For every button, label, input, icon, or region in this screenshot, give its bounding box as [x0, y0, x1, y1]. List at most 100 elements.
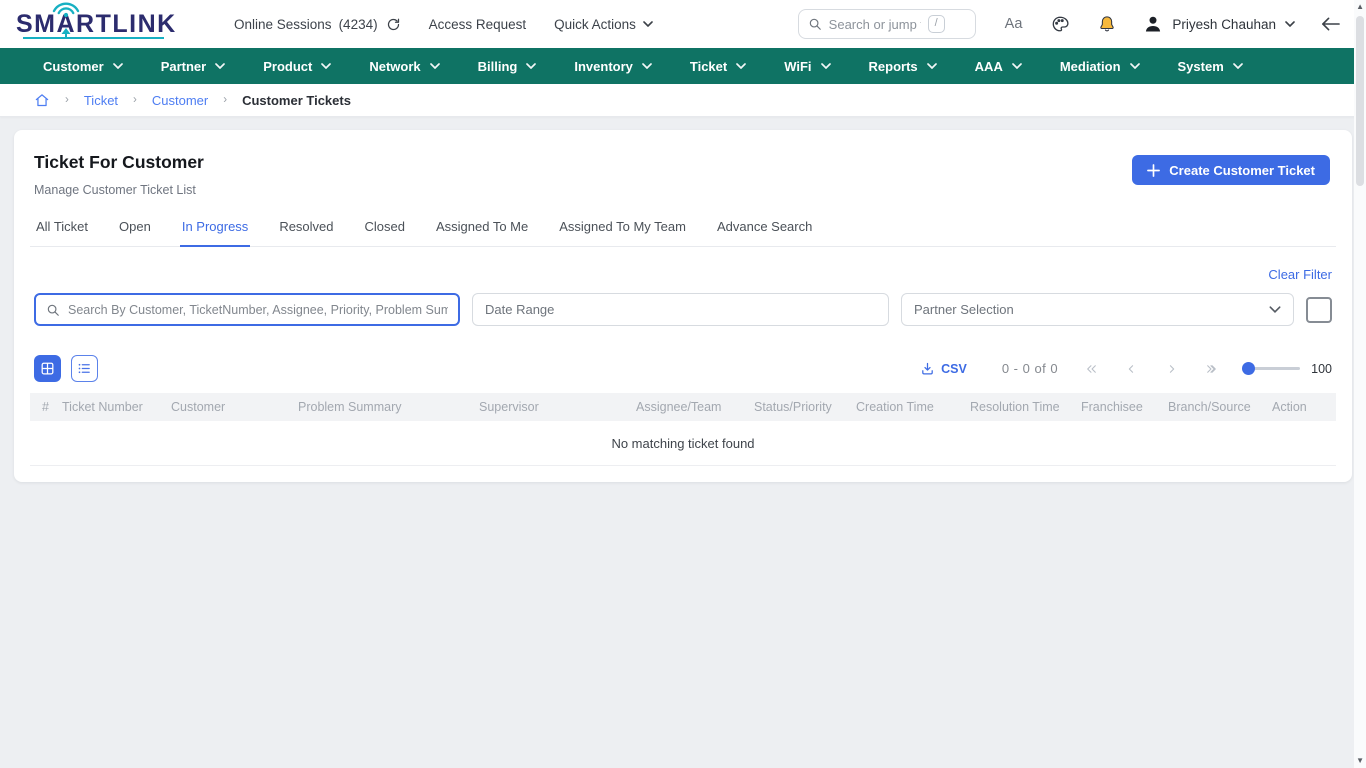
page-content: Ticket For Customer Manage Customer Tick…: [0, 117, 1366, 495]
vertical-scrollbar[interactable]: ▲ ▼: [1354, 0, 1366, 768]
refresh-icon[interactable]: [386, 17, 401, 32]
clear-filter-link[interactable]: Clear Filter: [1268, 267, 1332, 282]
page-title: Ticket For Customer: [34, 152, 204, 173]
chevron-down-icon: [215, 63, 225, 69]
chevron-down-icon: [321, 63, 331, 69]
chevron-down-icon: [1269, 306, 1281, 313]
text-size-toggle[interactable]: Aa: [1005, 16, 1023, 32]
user-name: Priyesh Chauhan: [1172, 17, 1276, 32]
nav-item-wifi[interactable]: WiFi: [765, 48, 849, 84]
nav-item-aaa[interactable]: AAA: [956, 48, 1041, 84]
ticket-list-card: Ticket For Customer Manage Customer Tick…: [14, 130, 1352, 482]
scrollbar-thumb[interactable]: [1356, 16, 1364, 186]
smartlink-logo[interactable]: SMARTLINK: [14, 1, 190, 48]
home-icon[interactable]: [34, 93, 50, 108]
plus-icon: [1147, 164, 1160, 177]
nav-item-partner[interactable]: Partner: [142, 48, 245, 84]
page-size-value: 100: [1311, 362, 1332, 376]
tab-open[interactable]: Open: [117, 213, 153, 246]
nav-item-network[interactable]: Network: [350, 48, 458, 84]
tab-in-progress[interactable]: In Progress: [180, 213, 250, 247]
chevron-down-icon: [821, 63, 831, 69]
notifications-bell-icon[interactable]: [1098, 15, 1116, 33]
partner-selection-dropdown[interactable]: Partner Selection: [901, 293, 1294, 326]
slider-thumb[interactable]: [1242, 362, 1255, 375]
pagination-range: 0 - 0 of 0: [1002, 361, 1058, 376]
quick-actions-menu[interactable]: Quick Actions: [554, 17, 653, 32]
breadcrumb-link-customer[interactable]: Customer: [152, 93, 208, 108]
date-range-field[interactable]: Date Range: [472, 293, 889, 326]
chevron-down-icon: [1285, 21, 1295, 27]
chevron-down-icon: [113, 63, 123, 69]
tab-all-ticket[interactable]: All Ticket: [34, 213, 90, 246]
breadcrumb-separator: ›: [65, 94, 69, 106]
column-header-action: Action: [1272, 400, 1336, 414]
page-size-slider[interactable]: [1242, 362, 1300, 376]
breadcrumb-separator: ›: [133, 94, 137, 106]
nav-item-product[interactable]: Product: [244, 48, 350, 84]
column-header-creation-time: Creation Time: [856, 400, 970, 414]
user-menu[interactable]: Priyesh Chauhan: [1143, 14, 1295, 34]
prev-page-button[interactable]: [1125, 362, 1138, 376]
chevron-down-icon: [643, 21, 653, 27]
column-header-customer: Customer: [171, 400, 298, 414]
nav-item-system[interactable]: System: [1159, 48, 1262, 84]
last-page-button[interactable]: [1205, 362, 1218, 376]
back-arrow-icon[interactable]: [1321, 17, 1340, 31]
chevron-down-icon: [1012, 63, 1022, 69]
nav-item-billing[interactable]: Billing: [459, 48, 556, 84]
list-view-button[interactable]: [71, 355, 98, 382]
breadcrumb-link-ticket[interactable]: Ticket: [84, 93, 118, 108]
global-search-input[interactable]: [829, 17, 921, 32]
ticket-search-input[interactable]: [68, 303, 448, 317]
access-request-link[interactable]: Access Request: [429, 17, 527, 32]
tab-closed[interactable]: Closed: [363, 213, 407, 246]
user-avatar-icon: [1143, 14, 1163, 34]
column-header-status-priority: Status/Priority: [754, 400, 856, 414]
column-header-index: #: [30, 400, 62, 414]
nav-item-inventory[interactable]: Inventory: [555, 48, 671, 84]
access-request-label: Access Request: [429, 17, 527, 32]
nav-item-reports[interactable]: Reports: [850, 48, 956, 84]
column-header-franchisee: Franchisee: [1081, 400, 1168, 414]
column-header-assignee-team: Assignee/Team: [636, 400, 754, 414]
search-shortcut-key: /: [928, 15, 945, 32]
column-header-branch-source: Branch/Source: [1168, 400, 1272, 414]
search-icon: [808, 17, 822, 31]
scroll-down-arrow[interactable]: ▼: [1356, 757, 1364, 765]
tab-assigned-to-me[interactable]: Assigned To Me: [434, 213, 530, 246]
theme-palette-icon[interactable]: [1051, 15, 1069, 33]
ticket-search-field[interactable]: [34, 293, 460, 326]
grid-view-button[interactable]: [34, 355, 61, 382]
create-customer-ticket-button[interactable]: Create Customer Ticket: [1132, 155, 1330, 185]
tab-assigned-to-my-team[interactable]: Assigned To My Team: [557, 213, 688, 246]
main-nav: Customer Partner Product Network Billing…: [0, 48, 1366, 84]
tab-resolved[interactable]: Resolved: [277, 213, 335, 246]
page-subtitle: Manage Customer Ticket List: [34, 183, 204, 197]
table-header: # Ticket Number Customer Problem Summary…: [30, 393, 1336, 421]
scroll-up-arrow[interactable]: ▲: [1356, 3, 1364, 11]
first-page-button[interactable]: [1085, 362, 1098, 376]
tab-advance-search[interactable]: Advance Search: [715, 213, 814, 246]
wifi-dot: [64, 12, 68, 16]
breadcrumb-current: Customer Tickets: [242, 93, 351, 108]
partner-select-checkbox[interactable]: [1306, 297, 1332, 323]
grid-view-icon: [40, 361, 55, 376]
logo-text: SMARTLINK: [16, 10, 177, 38]
nav-item-mediation[interactable]: Mediation: [1041, 48, 1159, 84]
global-search[interactable]: /: [798, 9, 976, 39]
breadcrumb: › Ticket › Customer › Customer Tickets: [0, 84, 1366, 117]
chevron-down-icon: [736, 63, 746, 69]
ticket-tabs: All Ticket Open In Progress Resolved Clo…: [30, 213, 1336, 247]
chevron-down-icon: [1130, 63, 1140, 69]
online-sessions-label: Online Sessions: [234, 17, 332, 32]
column-header-supervisor: Supervisor: [479, 400, 636, 414]
filter-row: Date Range Partner Selection: [30, 293, 1336, 326]
chevron-down-icon: [1233, 63, 1243, 69]
export-csv-button[interactable]: CSV: [920, 361, 967, 376]
next-page-button[interactable]: [1165, 362, 1178, 376]
nav-item-ticket[interactable]: Ticket: [671, 48, 765, 84]
download-icon: [920, 361, 935, 376]
table-toolbar: CSV 0 - 0 of 0 100: [30, 355, 1336, 382]
nav-item-customer[interactable]: Customer: [24, 48, 142, 84]
